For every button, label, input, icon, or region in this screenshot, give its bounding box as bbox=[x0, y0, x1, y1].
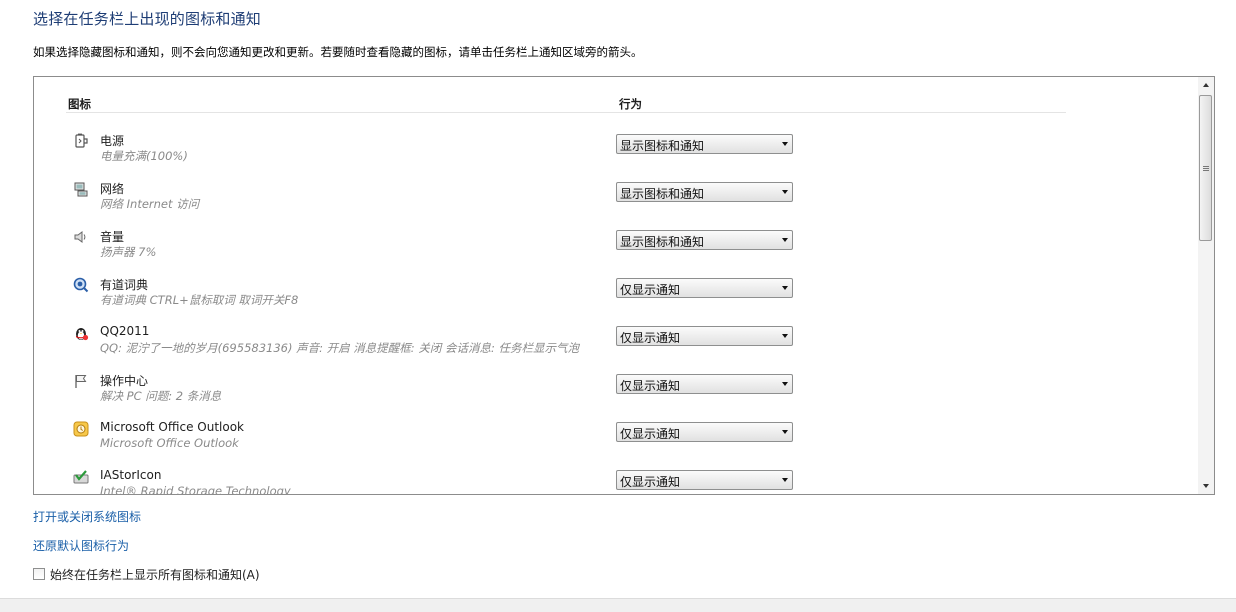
iastor-icon bbox=[72, 468, 90, 486]
list-item: 有道词典 有道词典 CTRL+鼠标取词 取词开关F8 仅显示通知 bbox=[34, 276, 1194, 324]
grip-line bbox=[1203, 170, 1209, 171]
row-name: 操作中心 bbox=[100, 374, 149, 388]
always-show-label[interactable]: 始终在任务栏上显示所有图标和通知(A) bbox=[50, 566, 260, 583]
footer-bar bbox=[0, 598, 1236, 612]
list-item: 网络 网络 Internet 访问 显示图标和通知 bbox=[34, 180, 1194, 228]
behavior-dropdown[interactable]: 仅显示通知 bbox=[616, 278, 793, 298]
row-description: 解决 PC 问题: 2 条消息 bbox=[100, 389, 222, 403]
row-description: 电量充满(100%) bbox=[100, 149, 188, 163]
scroll-up-arrow-icon[interactable] bbox=[1198, 77, 1214, 93]
chevron-down-icon bbox=[782, 190, 788, 194]
row-name: 音量 bbox=[100, 230, 125, 244]
action-center-flag-icon bbox=[72, 372, 90, 390]
restore-defaults-link[interactable]: 还原默认图标行为 bbox=[33, 537, 129, 554]
behavior-dropdown[interactable]: 显示图标和通知 bbox=[616, 230, 793, 250]
column-header-icon: 图标 bbox=[68, 97, 91, 111]
row-description: Intel® Rapid Storage Technology bbox=[100, 484, 291, 495]
row-description: QQ: 泥泞了一地的岁月(695583136) 声音: 开启 消息提醒框: 关闭… bbox=[100, 341, 580, 355]
row-description: 扬声器 7% bbox=[100, 245, 157, 259]
notification-icons-list[interactable]: 图标 行为 电源 电量充满(100%) 显示图标和通知 网络 网络 Intern… bbox=[33, 76, 1215, 495]
list-item: 音量 扬声器 7% 显示图标和通知 bbox=[34, 228, 1194, 276]
behavior-selected-value: 仅显示通知 bbox=[620, 331, 681, 345]
behavior-selected-value: 仅显示通知 bbox=[620, 283, 681, 297]
row-name: 有道词典 bbox=[100, 278, 149, 292]
row-description: 网络 Internet 访问 bbox=[100, 197, 200, 211]
behavior-dropdown[interactable]: 仅显示通知 bbox=[616, 326, 793, 346]
qq-penguin-icon bbox=[72, 324, 90, 342]
vertical-scrollbar[interactable] bbox=[1198, 77, 1214, 494]
list-item: 操作中心 解决 PC 问题: 2 条消息 仅显示通知 bbox=[34, 372, 1194, 420]
chevron-down-icon bbox=[782, 430, 788, 434]
chevron-down-icon bbox=[782, 238, 788, 242]
behavior-selected-value: 仅显示通知 bbox=[620, 379, 681, 393]
row-name: QQ2011 bbox=[100, 324, 150, 338]
column-header-behavior: 行为 bbox=[619, 97, 642, 111]
behavior-dropdown[interactable]: 显示图标和通知 bbox=[616, 182, 793, 202]
page-description: 如果选择隐藏图标和通知，则不会向您通知更改和更新。若要随时查看隐藏的图标，请单击… bbox=[33, 45, 643, 59]
behavior-dropdown[interactable]: 仅显示通知 bbox=[616, 422, 793, 442]
speaker-icon bbox=[72, 228, 90, 246]
outlook-icon bbox=[72, 420, 90, 438]
list-item: Microsoft Office Outlook Microsoft Offic… bbox=[34, 420, 1194, 468]
scroll-down-arrow-icon[interactable] bbox=[1198, 478, 1214, 494]
behavior-selected-value: 显示图标和通知 bbox=[620, 187, 705, 201]
behavior-selected-value: 仅显示通知 bbox=[620, 427, 681, 441]
grip-line bbox=[1203, 166, 1209, 167]
row-description: 有道词典 CTRL+鼠标取词 取词开关F8 bbox=[100, 293, 299, 307]
behavior-selected-value: 显示图标和通知 bbox=[620, 235, 705, 249]
row-name: IAStorIcon bbox=[100, 468, 162, 482]
row-description: Microsoft Office Outlook bbox=[100, 436, 239, 450]
list-item: QQ2011 QQ: 泥泞了一地的岁月(695583136) 声音: 开启 消息… bbox=[34, 324, 1194, 372]
system-icons-link[interactable]: 打开或关闭系统图标 bbox=[33, 508, 141, 525]
behavior-selected-value: 显示图标和通知 bbox=[620, 139, 705, 153]
row-name: 网络 bbox=[100, 182, 125, 196]
chevron-down-icon bbox=[782, 334, 788, 338]
grip-line bbox=[1203, 168, 1209, 169]
list-item: 电源 电量充满(100%) 显示图标和通知 bbox=[34, 132, 1194, 180]
row-name: Microsoft Office Outlook bbox=[100, 420, 244, 434]
chevron-down-icon bbox=[782, 142, 788, 146]
always-show-checkbox[interactable] bbox=[33, 568, 45, 580]
behavior-selected-value: 仅显示通知 bbox=[620, 475, 681, 489]
row-name: 电源 bbox=[100, 134, 125, 148]
network-icon bbox=[72, 180, 90, 198]
chevron-down-icon bbox=[782, 478, 788, 482]
chevron-down-icon bbox=[782, 382, 788, 386]
chevron-down-icon bbox=[782, 286, 788, 290]
scroll-thumb[interactable] bbox=[1199, 95, 1212, 241]
list-item: IAStorIcon Intel® Rapid Storage Technolo… bbox=[34, 468, 1194, 495]
behavior-dropdown[interactable]: 仅显示通知 bbox=[616, 374, 793, 394]
behavior-dropdown[interactable]: 仅显示通知 bbox=[616, 470, 793, 490]
page-title: 选择在任务栏上出现的图标和通知 bbox=[33, 10, 262, 28]
behavior-dropdown[interactable]: 显示图标和通知 bbox=[616, 134, 793, 154]
header-divider bbox=[66, 112, 1066, 113]
youdao-dict-icon bbox=[72, 276, 90, 294]
power-icon bbox=[72, 132, 90, 150]
